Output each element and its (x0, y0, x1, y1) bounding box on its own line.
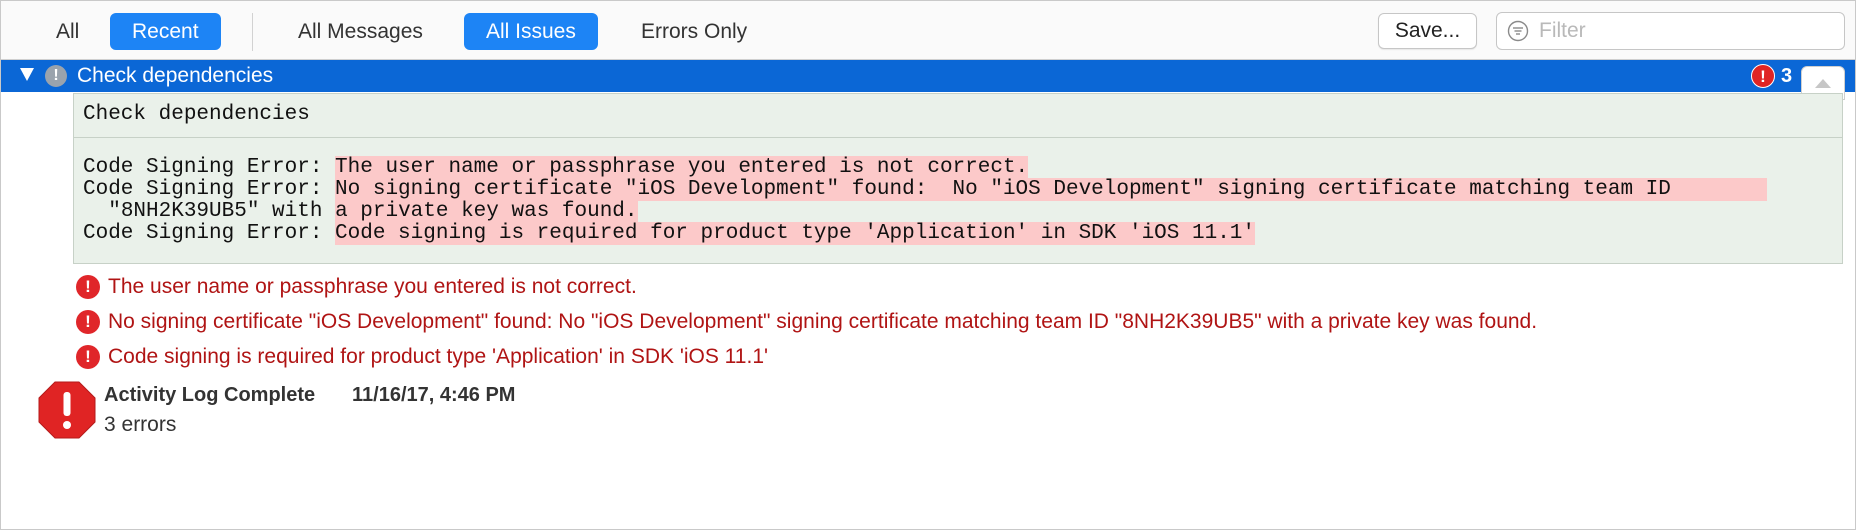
filter-field[interactable] (1496, 12, 1845, 50)
error-count: 3 (1781, 65, 1793, 87)
stop-sign-error-icon (38, 381, 96, 439)
scope-all-button[interactable]: All (34, 13, 101, 50)
error-message: No signing certificate "iOS Development"… (108, 310, 1538, 333)
error-message: Code signing is required for product typ… (108, 345, 769, 368)
activity-log-timestamp: 11/16/17, 4:46 PM (352, 384, 516, 406)
toolbar: All Recent All Messages All Issues Error… (1, 1, 1855, 60)
filter-icon (1507, 20, 1529, 42)
log-heading: Check dependencies (83, 103, 310, 126)
errors-only-button[interactable]: Errors Only (619, 13, 769, 50)
error-icon: ! (76, 345, 100, 369)
all-messages-button[interactable]: All Messages (276, 13, 445, 50)
error-icon: ! (76, 275, 100, 299)
activity-log-title: Activity Log Complete (104, 384, 316, 406)
log-divider (74, 137, 1842, 138)
error-count-badge-icon: ! (1751, 64, 1775, 88)
warning-icon: ! (45, 65, 67, 87)
log-transcript: Check dependencies Code Signing Error: T… (73, 93, 1843, 264)
check-dependencies-row[interactable]: ! Check dependencies ! 3 (1, 60, 1855, 92)
error-icon: ! (76, 310, 100, 334)
activity-log-summary: 3 errors (104, 413, 177, 436)
scope-recent-button[interactable]: Recent (110, 13, 221, 50)
disclosure-triangle-icon[interactable] (18, 65, 36, 83)
all-issues-button[interactable]: All Issues (464, 13, 598, 50)
group-title: Check dependencies (77, 64, 274, 87)
toolbar-divider (252, 13, 253, 51)
error-message: The user name or passphrase you entered … (108, 275, 637, 298)
save-button[interactable]: Save... (1378, 13, 1477, 49)
log-line: Code Signing Error: Code signing is requ… (83, 222, 1255, 245)
filter-input[interactable] (1539, 13, 1834, 49)
